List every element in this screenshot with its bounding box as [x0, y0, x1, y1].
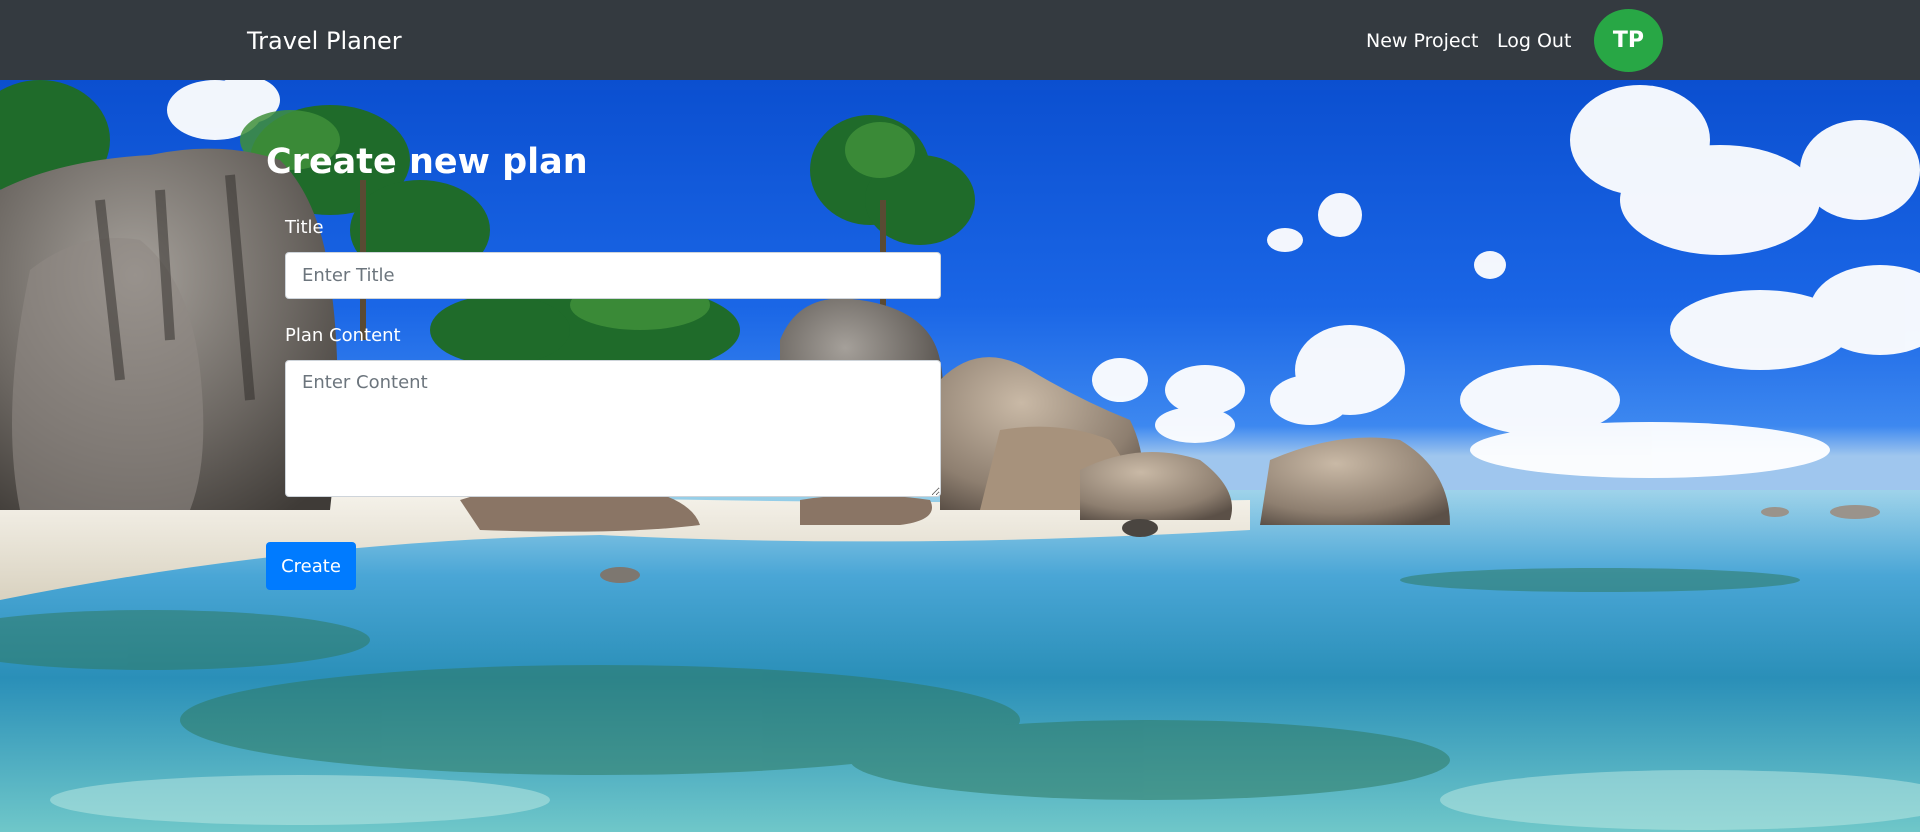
new-project-link[interactable]: New Project — [1366, 28, 1479, 54]
brand-logo-link[interactable]: Travel Planer — [247, 25, 402, 57]
top-navbar: Travel Planer New Project Log Out TP — [0, 0, 1920, 80]
title-label: Title — [285, 217, 324, 238]
granite-rock-right — [1260, 437, 1450, 525]
title-input[interactable] — [285, 252, 941, 299]
plan-content-label: Plan Content — [285, 325, 401, 346]
user-avatar[interactable]: TP — [1594, 9, 1663, 72]
page-title: Create new plan — [266, 142, 588, 182]
plan-content-textarea[interactable] — [285, 360, 941, 497]
create-button[interactable]: Create — [266, 542, 356, 590]
log-out-link[interactable]: Log Out — [1497, 28, 1571, 54]
